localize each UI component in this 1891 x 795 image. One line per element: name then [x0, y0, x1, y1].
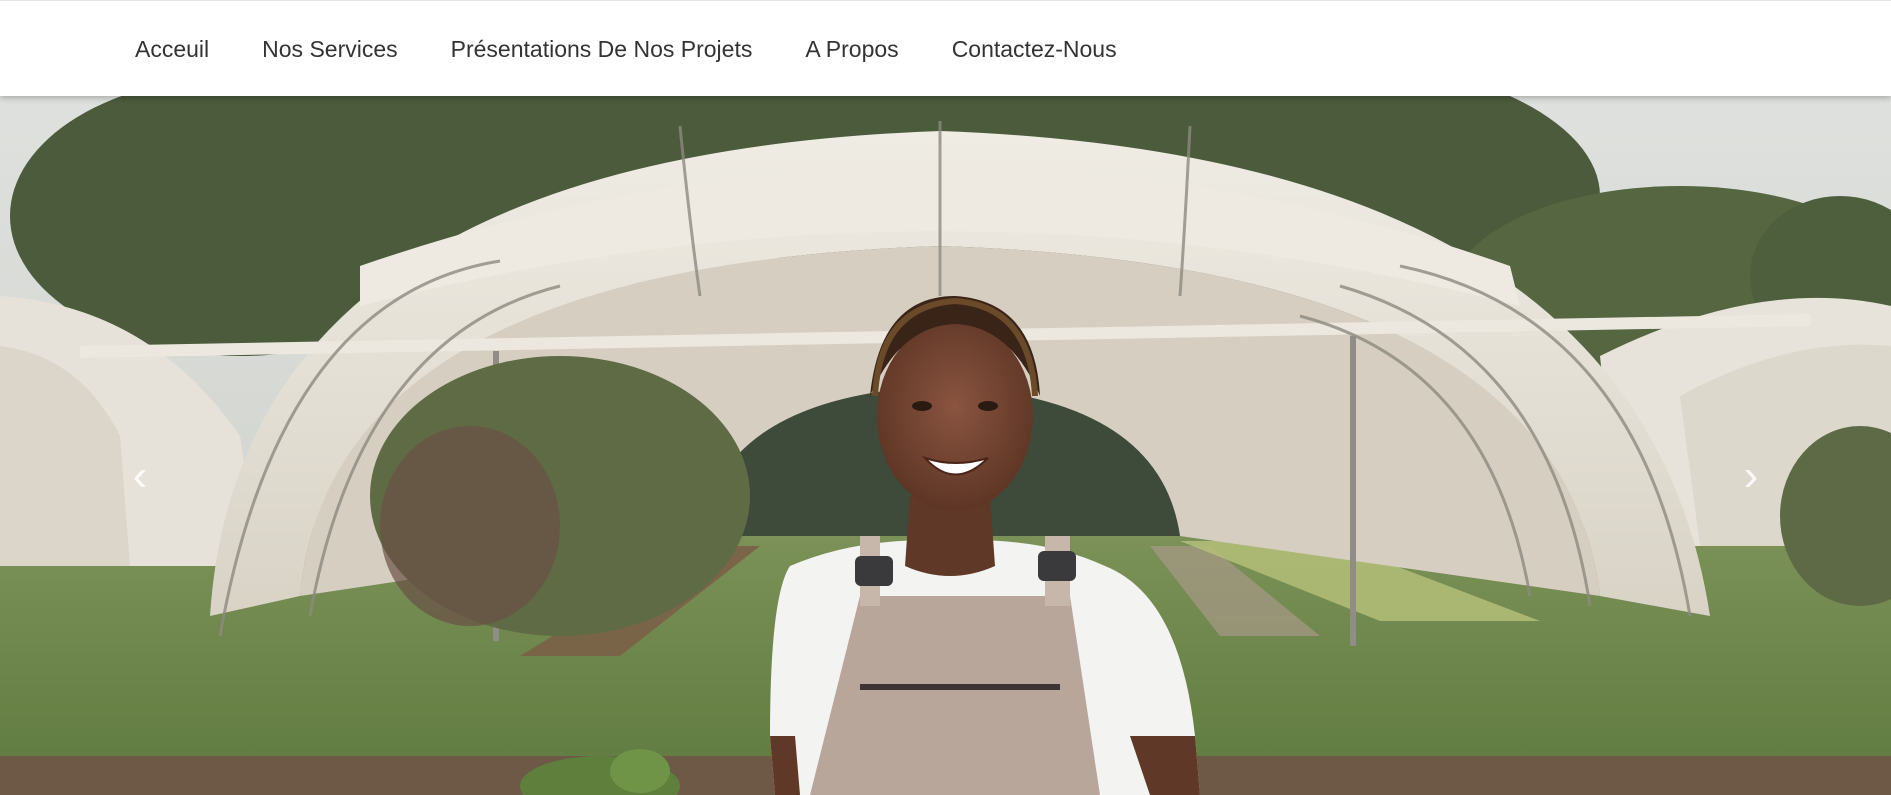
nav-link-contactez-nous[interactable]: Contactez-Nous — [952, 36, 1117, 63]
hero-carousel: ‹ › — [0, 96, 1891, 795]
chevron-left-icon[interactable]: ‹ — [120, 451, 160, 500]
chevron-right-icon[interactable]: › — [1731, 451, 1771, 500]
nav-menu: Acceuil Nos Services Présentations De No… — [135, 1, 1117, 97]
nav-link-presentations-projets[interactable]: Présentations De Nos Projets — [451, 36, 753, 63]
nav-link-acceuil[interactable]: Acceuil — [135, 36, 209, 63]
nav-link-nos-services[interactable]: Nos Services — [262, 36, 397, 63]
nav-link-a-propos[interactable]: A Propos — [805, 36, 898, 63]
top-navbar: Acceuil Nos Services Présentations De No… — [0, 0, 1891, 96]
hero-image — [0, 96, 1891, 795]
